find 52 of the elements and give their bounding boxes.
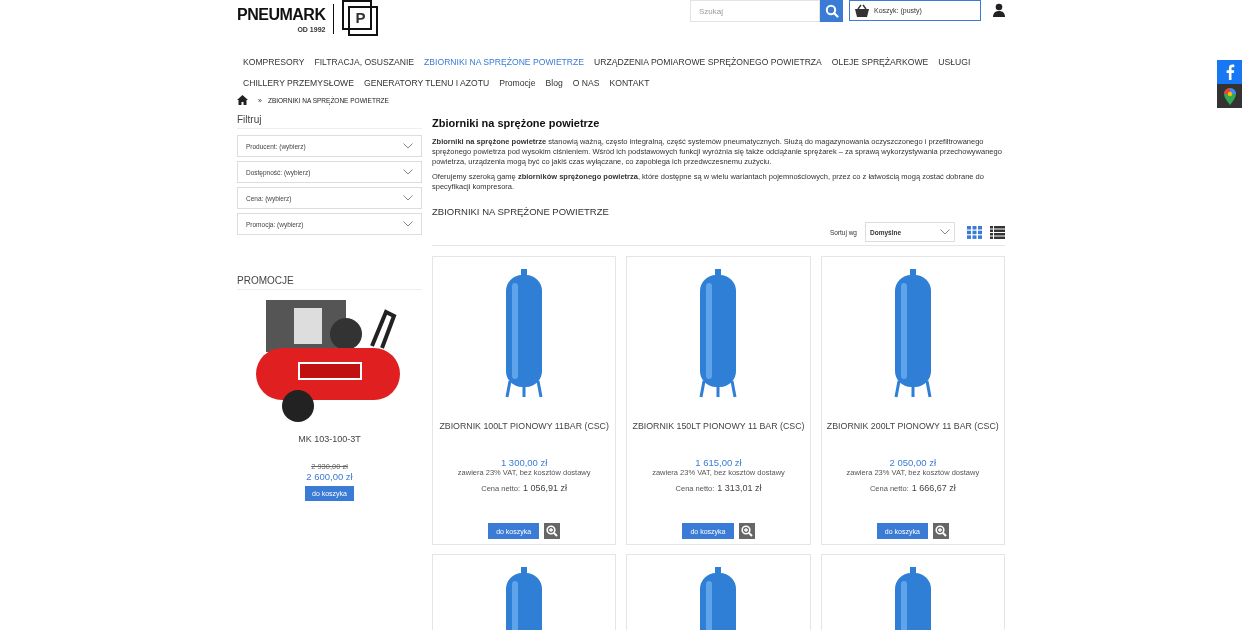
grid-view-icon[interactable] bbox=[967, 225, 982, 239]
product-price: 1 615,00 zł bbox=[695, 457, 742, 468]
menu-item[interactable]: URZĄDZENIA POMIAROWE SPRĘŻONEGO POWIETRZA bbox=[594, 52, 832, 73]
product-price: 1 300,00 zł bbox=[500, 457, 548, 468]
menu-item[interactable]: USŁUGI bbox=[938, 52, 981, 73]
tank-drawing[interactable] bbox=[892, 269, 933, 399]
menu-item[interactable]: KOMPRESORY bbox=[243, 52, 315, 73]
menu-item[interactable]: KONTAKT bbox=[609, 73, 660, 94]
chevron-down-icon bbox=[403, 221, 413, 227]
product-name[interactable]: ZBIORNIK 100LT PIONOWY 11BAR (CSC) bbox=[439, 421, 609, 431]
menu-item[interactable]: CHILLERY PRZEMYSŁOWE bbox=[243, 73, 364, 94]
logo-wordmark[interactable]: PNEUMARK bbox=[237, 6, 326, 24]
menu-item[interactable]: ZBIORNIKI NA SPRĘŻONE POWIETRZE bbox=[424, 52, 595, 73]
map-pin-icon[interactable] bbox=[1217, 84, 1242, 108]
promotions-heading: PROMOCJE bbox=[237, 275, 422, 290]
facebook-icon[interactable] bbox=[1217, 60, 1242, 84]
menu-item[interactable]: O NAS bbox=[572, 73, 610, 94]
tank-drawing[interactable] bbox=[698, 269, 739, 399]
list-view-icon[interactable] bbox=[990, 225, 1005, 239]
product-name[interactable]: ZBIORNIK 200LT PIONOWY 11 BAR (CSC) bbox=[826, 421, 999, 431]
quick-view-button[interactable] bbox=[738, 523, 755, 539]
chevron-down-icon bbox=[940, 229, 950, 235]
search-field[interactable]: Szukaj bbox=[690, 0, 820, 22]
chevron-down-icon bbox=[403, 143, 413, 149]
menu-item[interactable]: FILTRACJA, OSUSZANIE bbox=[314, 52, 425, 73]
net-price: 1 056,91 zł bbox=[523, 483, 568, 493]
menu-item[interactable]: Blog bbox=[545, 73, 573, 94]
quick-view-button[interactable] bbox=[544, 523, 561, 539]
basket-icon bbox=[854, 3, 870, 18]
net-price: 1 666,67 zł bbox=[911, 483, 956, 493]
menu-item[interactable]: OLEJE SPRĘŻARKOWE bbox=[831, 52, 939, 73]
zoom-in-icon bbox=[546, 525, 559, 537]
zoom-in-icon bbox=[934, 525, 947, 537]
chevron-down-icon bbox=[403, 169, 413, 175]
product-price: 2 600,00 zł bbox=[306, 471, 353, 482]
user-icon[interactable] bbox=[993, 3, 1005, 17]
filter-heading: Filtruj bbox=[237, 114, 422, 129]
net-price: 1 313,01 zł bbox=[717, 483, 762, 493]
category-title: Zbiorniki na sprężone powietrze bbox=[432, 117, 601, 129]
quick-view-button[interactable] bbox=[932, 523, 949, 539]
chevron-down-icon bbox=[403, 195, 413, 201]
search-icon bbox=[824, 4, 839, 18]
menu-item[interactable]: GENERATORY TLENU I AZOTU bbox=[363, 73, 500, 94]
tank-drawing[interactable] bbox=[504, 269, 545, 399]
zoom-in-icon bbox=[740, 525, 753, 537]
product-price: 2 050,00 zł bbox=[889, 457, 937, 468]
search-button[interactable] bbox=[820, 0, 843, 22]
menu-item[interactable]: Promocje bbox=[499, 73, 546, 94]
product-name[interactable]: ZBIORNIK 150LT PIONOWY 11 BAR (CSC) bbox=[632, 421, 805, 431]
home-icon[interactable] bbox=[237, 95, 248, 105]
listing-heading: ZBIORNIKI NA SPRĘŻONE POWIETRZE bbox=[432, 206, 610, 217]
product-name[interactable]: MK 103-100-3T bbox=[298, 434, 361, 444]
